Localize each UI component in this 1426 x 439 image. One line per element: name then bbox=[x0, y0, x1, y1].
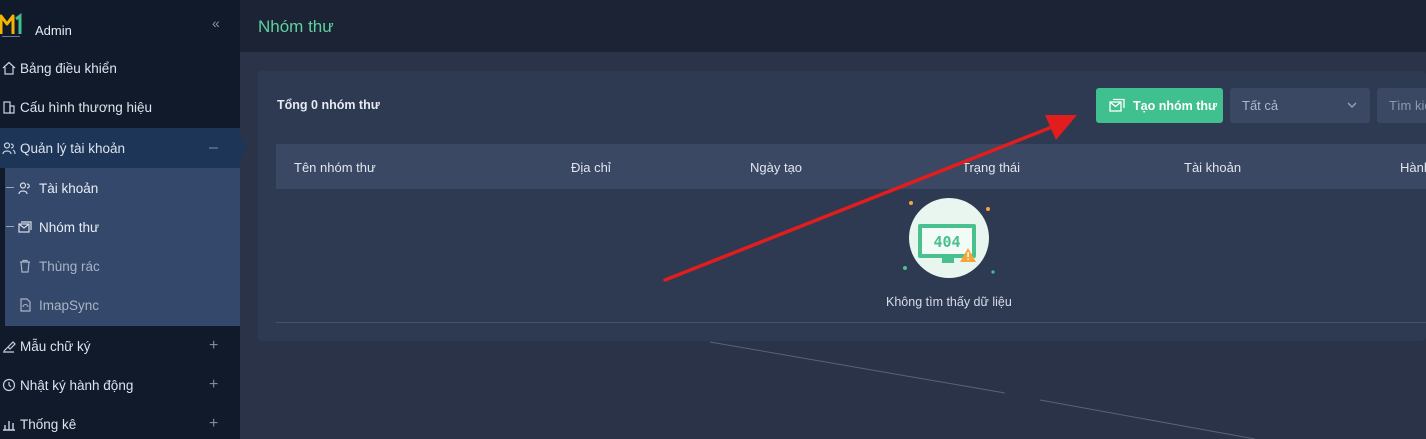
submenu-item-accounts[interactable]: Tài khoản bbox=[5, 168, 240, 208]
sidebar-item-dashboard[interactable]: Bảng điều khiển bbox=[0, 48, 240, 88]
chevron-down-icon bbox=[1347, 102, 1357, 108]
sidebar: Admin « Bảng điều khiển Cấu hình thương … bbox=[0, 0, 248, 439]
chart-icon bbox=[3, 421, 15, 431]
empty-state-404-illustration: 404 bbox=[903, 198, 995, 278]
submenu-item-trash[interactable]: Thùng rác bbox=[5, 246, 240, 286]
expand-toggle-icon[interactable]: + bbox=[209, 337, 218, 355]
submenu-item-imapsync[interactable]: ImapSync bbox=[5, 285, 240, 325]
submenu-item-label: Nhóm thư bbox=[39, 219, 100, 235]
sidebar-item-label: Nhật ký hành động bbox=[20, 377, 134, 393]
sidebar-item-label: Thống kê bbox=[20, 416, 77, 432]
sidebar-item-label: Quản lý tài khoản bbox=[20, 140, 126, 156]
sidebar-item-signature-templates[interactable]: Mẫu chữ ký + bbox=[0, 326, 240, 366]
building-icon bbox=[3, 101, 15, 114]
status-filter-select[interactable]: Tất cả bbox=[1230, 88, 1370, 123]
sidebar-item-statistics[interactable]: Thống kê + bbox=[0, 404, 240, 439]
mail-plus-icon bbox=[1109, 98, 1125, 112]
create-mail-group-button[interactable]: Tạo nhóm thư bbox=[1096, 88, 1223, 123]
search-input[interactable] bbox=[1377, 88, 1426, 123]
trash-icon bbox=[20, 259, 30, 273]
total-count: Tổng 0 nhóm thư bbox=[277, 98, 380, 112]
sidebar-item-brand-config[interactable]: Cấu hình thương hiệu bbox=[0, 87, 240, 127]
brand-name: Admin bbox=[35, 23, 72, 38]
brand: Admin « bbox=[0, 0, 240, 50]
column-header-name[interactable]: Tên nhóm thư bbox=[294, 160, 376, 175]
signature-icon bbox=[3, 341, 16, 353]
table-header: Tên nhóm thư Địa chỉ Ngày tạo Trạng thái… bbox=[276, 144, 1426, 189]
table-bottom-divider bbox=[276, 322, 1426, 323]
history-icon bbox=[2, 378, 16, 392]
sidebar-item-label: Bảng điều khiển bbox=[20, 60, 117, 76]
logo-icon bbox=[0, 13, 22, 37]
column-header-account[interactable]: Tài khoản bbox=[1184, 160, 1241, 175]
submenu-item-label: Thùng rác bbox=[39, 258, 100, 274]
collapse-sidebar-icon[interactable]: « bbox=[212, 15, 220, 31]
sidebar-item-action-log[interactable]: Nhật ký hành động + bbox=[0, 365, 240, 405]
sidebar-item-label: Mẫu chữ ký bbox=[20, 338, 91, 354]
page-header: Nhóm thư bbox=[240, 0, 1426, 52]
account-submenu: Tài khoản Nhóm thư Thùng rác ImapSync bbox=[5, 168, 240, 326]
mail-groups-card: Tổng 0 nhóm thư Tạo nhóm thư Tất cả Tên … bbox=[258, 71, 1426, 341]
submenu-item-label: Tài khoản bbox=[39, 180, 99, 196]
column-header-actions[interactable]: Hành động bbox=[1400, 160, 1426, 175]
sidebar-item-label: Cấu hình thương hiệu bbox=[20, 99, 152, 115]
submenu-item-mail-groups[interactable]: Nhóm thư bbox=[5, 207, 240, 247]
empty-state-code: 404 bbox=[933, 233, 960, 251]
sync-icon bbox=[20, 298, 31, 312]
page-title: Nhóm thư bbox=[258, 17, 334, 36]
expand-toggle-icon[interactable]: + bbox=[209, 376, 218, 394]
expand-toggle-icon[interactable]: + bbox=[209, 415, 218, 433]
user-group-icon bbox=[18, 182, 30, 195]
home-icon bbox=[2, 61, 16, 75]
users-icon bbox=[2, 142, 16, 155]
collapse-toggle-icon[interactable]: – bbox=[209, 139, 218, 157]
column-header-created-date[interactable]: Ngày tạo bbox=[750, 160, 802, 175]
submenu-item-label: ImapSync bbox=[39, 297, 100, 313]
status-filter-value: Tất cả bbox=[1242, 98, 1279, 113]
empty-state-text: Không tìm thấy dữ liệu bbox=[886, 295, 1012, 309]
create-button-label: Tạo nhóm thư bbox=[1133, 98, 1218, 113]
sidebar-item-account-management[interactable]: Quản lý tài khoản – bbox=[0, 128, 248, 168]
column-header-status[interactable]: Trạng thái bbox=[962, 160, 1020, 175]
mail-group-icon bbox=[18, 221, 32, 233]
column-header-address[interactable]: Địa chỉ bbox=[571, 160, 611, 175]
